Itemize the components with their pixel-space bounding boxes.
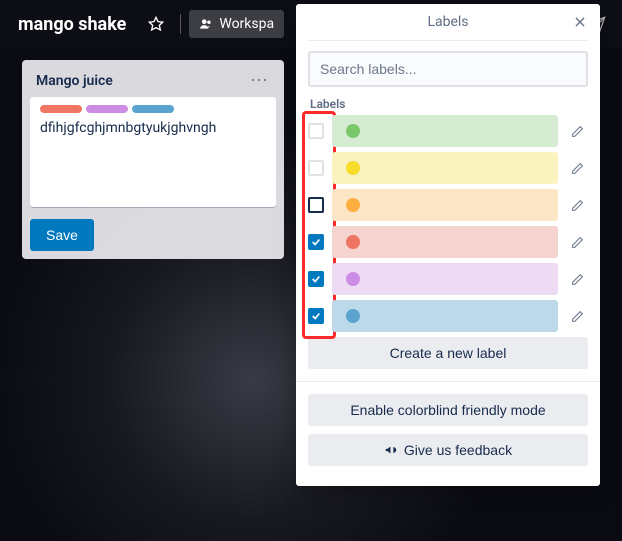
label-pill[interactable] — [332, 152, 558, 184]
pencil-icon — [571, 236, 584, 249]
popover-title: Labels — [427, 14, 468, 30]
label-color-dot — [346, 235, 360, 249]
edit-label-button[interactable] — [566, 162, 588, 175]
label-pill[interactable] — [332, 300, 558, 332]
label-pill[interactable] — [332, 189, 558, 221]
workspace-button[interactable]: Workspa — [189, 10, 284, 38]
megaphone-icon — [384, 443, 398, 457]
check-icon — [311, 237, 321, 247]
label-row — [308, 226, 588, 258]
card-labels — [40, 105, 266, 113]
star-icon — [148, 16, 164, 32]
pencil-icon — [571, 162, 584, 175]
list-header: Mango juice ⋯ — [30, 68, 276, 97]
list-menu-button[interactable]: ⋯ — [246, 70, 272, 91]
label-checkbox[interactable] — [308, 160, 324, 176]
pencil-icon — [571, 273, 584, 286]
labels-popover: Labels Labels Create a new label Enable … — [296, 4, 600, 486]
label-checkbox[interactable] — [308, 234, 324, 250]
label-color-dot — [346, 272, 360, 286]
board-name[interactable]: mango shake — [8, 10, 136, 39]
card-label-pill[interactable] — [86, 105, 128, 113]
label-color-dot — [346, 124, 360, 138]
search-input[interactable] — [308, 51, 588, 87]
card-text[interactable]: dfihjgfcghjmnbgtyukjghvngh — [40, 119, 266, 137]
card-label-pill[interactable] — [132, 105, 174, 113]
close-icon — [573, 15, 587, 29]
label-pill[interactable] — [332, 115, 558, 147]
save-button[interactable]: Save — [30, 219, 94, 251]
label-pill[interactable] — [332, 226, 558, 258]
header-divider — [180, 14, 181, 34]
close-button[interactable] — [568, 10, 592, 34]
people-icon — [199, 17, 213, 31]
popover-body: Labels — [296, 41, 600, 332]
label-row — [308, 263, 588, 295]
workspace-label: Workspa — [219, 16, 274, 32]
popover-separator — [296, 381, 600, 382]
label-color-dot — [346, 309, 360, 323]
feedback-button[interactable]: Give us feedback — [308, 434, 588, 466]
create-label-button[interactable]: Create a new label — [308, 337, 588, 369]
feedback-label: Give us feedback — [404, 442, 512, 458]
label-checkbox[interactable] — [308, 123, 324, 139]
list-column: Mango juice ⋯ dfihjgfcghjmnbgtyukjghvngh… — [22, 60, 284, 259]
card-label-pill[interactable] — [40, 105, 82, 113]
label-color-dot — [346, 198, 360, 212]
edit-label-button[interactable] — [566, 273, 588, 286]
label-row — [308, 152, 588, 184]
popover-header: Labels — [308, 4, 588, 41]
star-button[interactable] — [140, 8, 172, 40]
card-composer[interactable]: dfihjgfcghjmnbgtyukjghvngh — [30, 97, 276, 207]
edit-label-button[interactable] — [566, 199, 588, 212]
label-color-dot — [346, 161, 360, 175]
pencil-icon — [571, 125, 584, 138]
label-checkbox[interactable] — [308, 271, 324, 287]
check-icon — [311, 311, 321, 321]
label-row — [308, 300, 588, 332]
save-row: Save — [30, 219, 276, 251]
label-checkbox[interactable] — [308, 308, 324, 324]
label-checkbox[interactable] — [308, 197, 324, 213]
edit-label-button[interactable] — [566, 310, 588, 323]
label-row — [308, 115, 588, 147]
labels-section-label: Labels — [310, 97, 588, 111]
check-icon — [311, 274, 321, 284]
colorblind-mode-button[interactable]: Enable colorblind friendly mode — [308, 394, 588, 426]
list-title[interactable]: Mango juice — [36, 73, 113, 89]
edit-label-button[interactable] — [566, 236, 588, 249]
edit-label-button[interactable] — [566, 125, 588, 138]
label-row — [308, 189, 588, 221]
pencil-icon — [571, 199, 584, 212]
pencil-icon — [571, 310, 584, 323]
label-pill[interactable] — [332, 263, 558, 295]
labels-list — [308, 115, 588, 332]
